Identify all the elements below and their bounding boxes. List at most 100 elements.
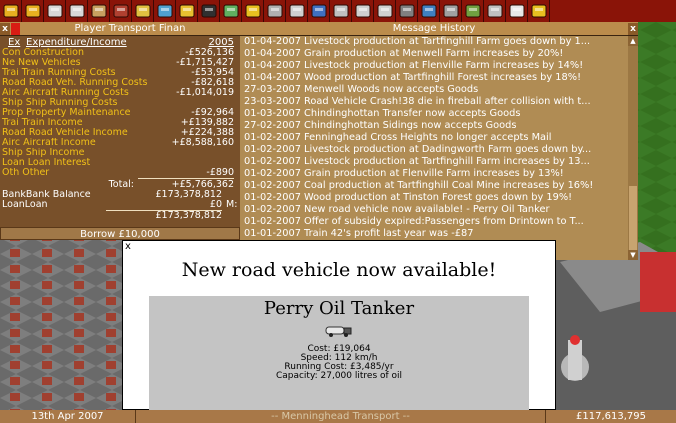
loan-value: £0 <box>209 199 222 210</box>
company-icon[interactable] <box>198 0 220 22</box>
music-icon[interactable] <box>484 0 506 22</box>
history-title-bar[interactable]: Message History x <box>240 22 638 36</box>
finance-row-label: Trai Train Income <box>2 118 83 128</box>
year-heading: 2005 <box>208 36 234 48</box>
total-label: Total: <box>108 179 134 190</box>
message-row[interactable]: 01-04-2007 Grain production at Menwell F… <box>240 48 628 60</box>
build-airport-icon[interactable] <box>440 0 462 22</box>
vehicle-capacity: Capacity: 27,000 litres of oil <box>275 371 403 381</box>
vehicle-stats: Cost: £19,064 Speed: 112 km/h Running Co… <box>149 345 529 381</box>
message-row[interactable]: 01-02-2007 Coal production at Tartfinghi… <box>240 180 628 192</box>
league-table-icon[interactable] <box>242 0 264 22</box>
history-close-button[interactable]: x <box>628 22 638 35</box>
message-row[interactable]: 27-03-2007 Menwell Woods now accepts Goo… <box>240 84 628 96</box>
finance-row-label: Road Road Veh. Running Costs <box>2 78 148 88</box>
finances-sticky-button[interactable] <box>11 22 20 35</box>
status-money: £117,613,795 <box>576 411 646 422</box>
zoom-out-icon[interactable] <box>374 0 396 22</box>
expand-toggle[interactable]: Ex <box>0 37 26 48</box>
scroll-up-icon[interactable]: ▲ <box>628 36 638 46</box>
ships-icon[interactable] <box>308 0 330 22</box>
finance-row-value: +£8,588,160 <box>171 137 234 148</box>
message-row[interactable]: 01-01-2007 Train 42's profit last year w… <box>240 228 628 240</box>
finance-row-label: Trai Train Running Costs <box>2 68 116 78</box>
map-icon[interactable] <box>88 0 110 22</box>
status-news-ticker[interactable]: -- Menninghead Transport -- <box>136 410 546 423</box>
message-row[interactable]: 01-04-2007 Wood production at Tartfinghi… <box>240 72 628 84</box>
message-row[interactable]: 01-02-2007 Offer of subsidy expired:Pass… <box>240 216 628 228</box>
message-row[interactable]: 01-02-2007 Livestock production at Tartf… <box>240 156 628 168</box>
zoom-in-icon[interactable] <box>352 0 374 22</box>
message-list[interactable]: 01-04-2007 Livestock production at Tartf… <box>240 36 628 260</box>
max-loan-label: M: <box>226 199 238 210</box>
graphs-icon[interactable] <box>220 0 242 22</box>
bank-section: BankBank Balance £173,378,812 LoanLoan £… <box>0 190 240 221</box>
finance-row-label: Prop Property Maintenance <box>2 108 131 118</box>
news-dialog: x New road vehicle now available! Perry … <box>122 240 556 410</box>
history-title: Message History <box>392 23 476 34</box>
landscaping-icon[interactable] <box>462 0 484 22</box>
finances-close-button[interactable]: x <box>0 22 10 35</box>
town-directory-icon[interactable] <box>110 0 132 22</box>
finance-row-label: Ne New Vehicles <box>2 58 81 68</box>
message-row[interactable]: 01-04-2007 Livestock production at Tartf… <box>240 36 628 48</box>
message-row[interactable]: 27-02-2007 Chindinghottan Sidings now ac… <box>240 120 628 132</box>
newspaper-icon[interactable] <box>506 0 528 22</box>
finance-row: Airc Aircraft Running Costs -£1,014,019 <box>0 88 240 98</box>
news-headline: New road vehicle now available! <box>181 259 497 281</box>
status-date: 13th Apr 2007 <box>0 410 136 423</box>
subsidies-icon[interactable] <box>132 0 154 22</box>
save-icon[interactable] <box>66 0 88 22</box>
fast-forward-icon[interactable] <box>22 0 44 22</box>
aircraft-icon[interactable] <box>330 0 352 22</box>
message-row[interactable]: 01-02-2007 Wood production at Tinston Fo… <box>240 192 628 204</box>
build-road-icon[interactable] <box>396 0 418 22</box>
bank-sum-value: £173,378,812 <box>155 210 222 221</box>
stations-list-icon[interactable] <box>154 0 176 22</box>
message-row[interactable]: 01-04-2007 Livestock production at Flenv… <box>240 60 628 72</box>
scroll-down-icon[interactable]: ▼ <box>628 250 638 260</box>
vehicle-name: Perry Oil Tanker <box>263 298 415 319</box>
finance-row-label: Airc Aircraft Running Costs <box>2 88 129 98</box>
road-vehicles-icon[interactable] <box>286 0 308 22</box>
finances-window: x Player Transport Finan Ex Expenditure/… <box>0 22 240 240</box>
bank-balance-value: £173,378,812 <box>155 189 222 200</box>
scroll-thumb[interactable] <box>629 186 637 260</box>
history-scrollbar[interactable]: ▲ ▼ <box>628 36 638 260</box>
finance-row: Oth Other -£890 <box>0 168 240 178</box>
finances-icon[interactable] <box>176 0 198 22</box>
borrow-button[interactable]: Borrow £10,000 <box>0 227 240 240</box>
settings-icon[interactable] <box>44 0 66 22</box>
status-bar: 13th Apr 2007 -- Menninghead Transport -… <box>0 410 676 423</box>
oil-tanker-icon <box>149 323 529 337</box>
help-icon[interactable] <box>528 0 550 22</box>
loan-row: LoanLoan £0 M: <box>0 200 240 210</box>
finance-row-label: Ship Ship Income <box>2 148 85 158</box>
message-row[interactable]: 01-02-2007 Fenninghead Cross Heights no … <box>240 132 628 144</box>
expenditure-income-heading: Expenditure/Income <box>26 36 127 48</box>
finance-row-value: -£1,014,019 <box>176 87 234 98</box>
finance-row-label: Oth Other <box>2 168 50 178</box>
pause-icon[interactable] <box>0 0 22 22</box>
message-row[interactable]: 01-02-2007 Livestock production at Dadin… <box>240 144 628 156</box>
finance-row-value: -£890 <box>206 167 234 178</box>
message-row[interactable]: 01-02-2007 Grain production at Flenville… <box>240 168 628 180</box>
finance-row-value <box>148 148 240 158</box>
message-row[interactable]: 23-03-2007 Road Vehicle Crash!38 die in … <box>240 96 628 108</box>
build-railway-icon[interactable] <box>264 0 286 22</box>
message-row[interactable]: 01-03-2007 Chindinghottan Transfer now a… <box>240 108 628 120</box>
finances-title: Player Transport Finan <box>74 23 186 34</box>
loan-label: LoanLoan <box>2 200 48 210</box>
build-docks-icon[interactable] <box>418 0 440 22</box>
finance-row-label: Ship Ship Running Costs <box>2 98 118 108</box>
finance-row-label: Airc Aircraft Income <box>2 138 96 148</box>
finance-row: Ship Ship Income <box>0 148 240 158</box>
vehicle-info-panel: Perry Oil Tanker Cost: £19,064 Speed: 11… <box>149 296 529 410</box>
finances-buttons: Borrow £10,000 <box>0 227 240 240</box>
bank-sum-row: £173,378,812 <box>0 211 240 221</box>
message-row[interactable]: 01-02-2007 New road vehicle now availabl… <box>240 204 628 216</box>
finances-title-bar[interactable]: x Player Transport Finan <box>0 22 240 36</box>
finance-row-label: Road Road Vehicle Income <box>2 128 128 138</box>
finance-row-label: Con Construction <box>2 48 84 58</box>
news-close-button[interactable]: x <box>125 241 131 252</box>
